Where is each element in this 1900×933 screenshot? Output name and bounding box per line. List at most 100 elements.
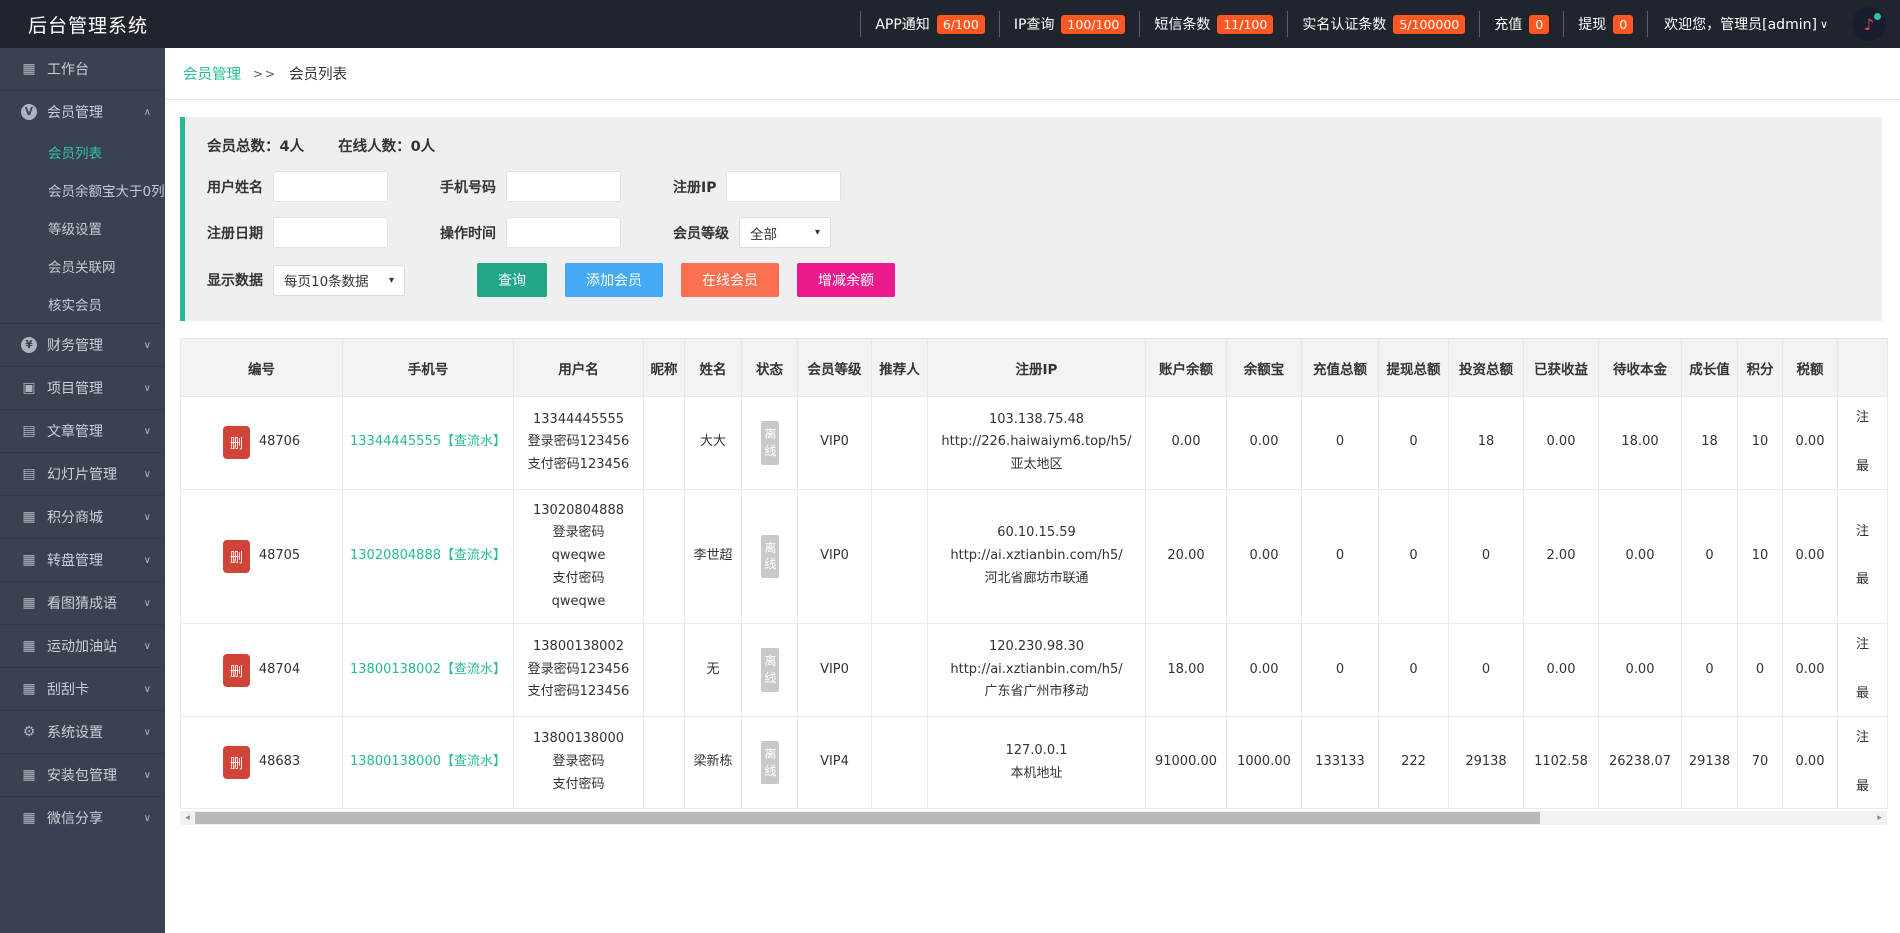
topbar-stat-4[interactable]: 充值 0 xyxy=(1479,11,1563,37)
sidebar-item-workbench[interactable]: ▦ 工作台 xyxy=(0,48,165,90)
phone-flow-link[interactable]: 13020804888【查流水】 xyxy=(350,548,506,563)
phone-flow-link[interactable]: 13800138002【查流水】 xyxy=(350,662,506,677)
member-total-label: 会员总数： xyxy=(207,139,280,155)
column-header-8: 注册IP xyxy=(927,338,1146,397)
cell-value-9: 0.00 xyxy=(1782,715,1838,810)
username-input[interactable] xyxy=(273,171,388,202)
sidebar-item-wechat-share[interactable]: ▦ 微信分享 ∨ xyxy=(0,796,165,839)
table-row: 删 48683 13800138000【查流水】 13800138000 登录密码 支付密… xyxy=(180,715,1888,810)
sidebar-item-finance-management[interactable]: ¥ 财务管理 ∨ xyxy=(0,323,165,366)
phone-flow-link[interactable]: 13800138000【查流水】 xyxy=(350,754,506,769)
member-level-select[interactable]: 全部 ▾ xyxy=(739,217,831,248)
sidebar-item-project-management[interactable]: ▣ 项目管理 ∨ xyxy=(0,366,165,409)
cell-nickname xyxy=(643,623,685,717)
add-member-button[interactable]: 添加会员 xyxy=(565,263,663,297)
cell-phone: 13020804888【查流水】 xyxy=(342,488,514,625)
scrollbar-thumb[interactable] xyxy=(195,812,1540,825)
delete-button[interactable]: 删 xyxy=(222,653,250,687)
cell-phone: 13800138002【查流水】 xyxy=(342,623,514,717)
member-total-value: 4人 xyxy=(279,139,305,155)
phone-flow-link[interactable]: 13344445555【查流水】 xyxy=(350,434,506,449)
cell-id-wrap: 删 48705 xyxy=(185,539,338,573)
cell-value-3: 0 xyxy=(1378,488,1449,625)
sidebar-item-label: 幻灯片管理 xyxy=(47,467,117,483)
delete-button[interactable]: 删 xyxy=(222,746,250,779)
truncated-line: 最 xyxy=(1855,458,1869,474)
cell-value-9: 0.00 xyxy=(1782,396,1838,490)
sidebar-item-label: 运动加油站 xyxy=(47,639,117,655)
cell-value-4: 0 xyxy=(1448,623,1524,717)
topbar-stats: APP通知 6/100 IP查询 100/100 短信条数 11/100 实名认证条数 5/1… xyxy=(860,11,1647,37)
register-ip-input[interactable] xyxy=(726,171,842,202)
member-id: 48705 xyxy=(258,548,301,563)
sidebar-item-wheel-management[interactable]: ▦ 转盘管理 ∨ xyxy=(0,538,165,581)
sidebar-item-package-management[interactable]: ▦ 安装包管理 ∨ xyxy=(0,753,165,796)
cell-value-3: 0 xyxy=(1378,623,1449,717)
cell-id-wrap: 删 48706 xyxy=(185,426,338,460)
topbar-stat-1[interactable]: IP查询 100/100 xyxy=(998,11,1140,37)
chevron-down-icon: ∨ xyxy=(143,812,151,824)
sidebar-item-verify-member[interactable]: 核实会员 xyxy=(0,285,165,323)
scroll-right-icon[interactable]: ▸ xyxy=(1872,813,1887,823)
topbar-stat-5[interactable]: 提现 0 xyxy=(1563,11,1647,37)
register-date-input[interactable] xyxy=(273,217,388,248)
page-size-select[interactable]: 每页10条数据 ▾ xyxy=(273,264,405,296)
sidebar-item-label: 刮刮卡 xyxy=(47,682,89,698)
avatar[interactable]: ♪ xyxy=(1852,7,1886,41)
grid-icon: ▦ xyxy=(22,552,36,568)
admin-menu[interactable]: 欢迎您，管理员[admin] ∨ xyxy=(1647,11,1844,37)
query-button[interactable]: 查询 xyxy=(477,263,547,297)
sidebar-item-member-list[interactable]: 会员列表 xyxy=(0,133,165,171)
sidebar-item-sports-station[interactable]: ▦ 运动加油站 ∨ xyxy=(0,624,165,667)
sidebar-item-member-management[interactable]: V 会员管理 ∧ xyxy=(0,90,165,133)
sidebar-item-system-settings[interactable]: ⚙ 系统设置 ∨ xyxy=(0,710,165,753)
topbar: 后台管理系统 APP通知 6/100 IP查询 100/100 短信条数 11/100 实名… xyxy=(0,0,1900,48)
username-label: 用户姓名 xyxy=(207,179,263,196)
online-count-label: 在线人数： xyxy=(338,139,411,155)
cell-username: 13020804888 登录密码 qweqwe 支付密码 qweqwe xyxy=(513,488,644,625)
column-header-5: 状态 xyxy=(741,338,798,397)
member-icon: V xyxy=(20,104,38,120)
sidebar-item-scratch-card[interactable]: ▦ 刮刮卡 ∨ xyxy=(0,667,165,710)
sidebar-item-level-settings[interactable]: 等级设置 xyxy=(0,209,165,247)
phone-input[interactable] xyxy=(506,171,621,202)
horizontal-scrollbar[interactable]: ◂ ▸ xyxy=(180,811,1887,826)
cell-register-ip: 127.0.0.1 本机地址 xyxy=(927,715,1146,810)
delete-button[interactable]: 删 xyxy=(222,426,250,460)
sidebar: ▦ 工作台 V 会员管理 ∧ 会员列表会员余额宝大于0列表等级设置会员关联网核实会员 ¥ 财务… xyxy=(0,48,165,933)
column-header-1: 手机号 xyxy=(342,338,514,397)
truncated-line: 最 xyxy=(1855,572,1869,588)
username-line: 支付密码 xyxy=(552,570,605,586)
cell-value-1: 0.00 xyxy=(1226,623,1302,717)
cell-value-4: 0 xyxy=(1448,488,1524,625)
cell-value-9: 0.00 xyxy=(1782,623,1838,717)
topbar-stat-label: APP通知 xyxy=(875,17,930,33)
delete-button[interactable]: 删 xyxy=(222,539,250,573)
topbar-stat-0[interactable]: APP通知 6/100 xyxy=(860,11,999,37)
sidebar-item-idiom-guess[interactable]: ▦ 看图猜成语 ∨ xyxy=(0,581,165,624)
sidebar-item-points-mall[interactable]: ▦ 积分商城 ∨ xyxy=(0,495,165,538)
scroll-left-icon[interactable]: ◂ xyxy=(180,813,195,823)
cell-value-3: 0 xyxy=(1378,396,1449,490)
sidebar-item-slideshow-management[interactable]: ▤ 幻灯片管理 ∨ xyxy=(0,452,165,495)
member-level-label: 会员等级 xyxy=(673,225,729,242)
sidebar-item-label: 转盘管理 xyxy=(47,553,103,569)
register-ip-label: 注册IP xyxy=(673,179,717,196)
online-members-button[interactable]: 在线会员 xyxy=(681,263,779,297)
truncated-line: 最 xyxy=(1855,686,1869,701)
cell-level: VIP4 xyxy=(797,715,872,810)
cell-value-0: 0.00 xyxy=(1145,396,1227,490)
sidebar-item-article-management[interactable]: ▤ 文章管理 ∨ xyxy=(0,409,165,452)
topbar-stat-2[interactable]: 短信条数 11/100 xyxy=(1139,11,1287,37)
sidebar-item-label: 文章管理 xyxy=(47,424,103,440)
cell-register-ip: 60.10.15.59 http://ai.xztianbin.com/h5/河北… xyxy=(927,488,1146,625)
chevron-down-icon: ∨ xyxy=(143,726,151,738)
topbar-stat-3[interactable]: 实名认证条数 5/100000 xyxy=(1287,11,1479,37)
operate-time-input[interactable] xyxy=(506,217,621,248)
breadcrumb-parent-link[interactable]: 会员管理 xyxy=(183,63,241,84)
sidebar-item-member-yuebao-list[interactable]: 会员余额宝大于0列表 xyxy=(0,171,165,209)
username-line: 13344445555 xyxy=(533,411,624,427)
adjust-balance-button[interactable]: 增减余额 xyxy=(797,263,895,297)
sidebar-item-member-network[interactable]: 会员关联网 xyxy=(0,247,165,285)
member-level-value: 全部 xyxy=(750,226,777,243)
